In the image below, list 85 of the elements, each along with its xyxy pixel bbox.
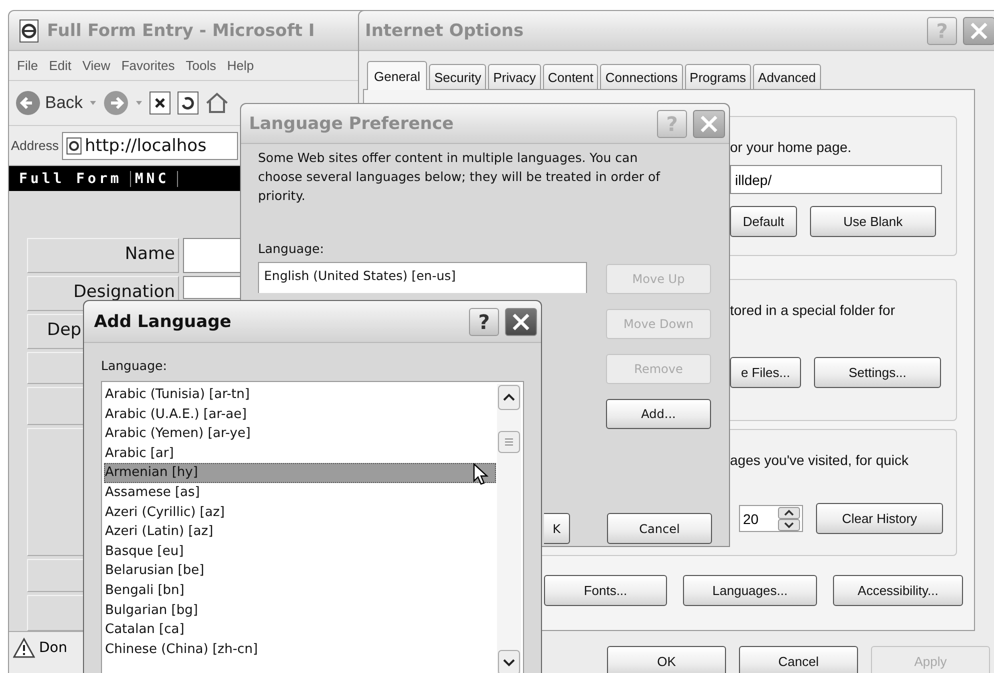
description-text: or your home page. [730, 139, 852, 155]
refresh-icon [176, 91, 199, 115]
list-item[interactable]: Arabic (U.A.E.) [ar-ae] [104, 404, 496, 424]
tab[interactable]: Programs [684, 64, 752, 89]
list-label: Language: [101, 358, 168, 373]
text-field[interactable] [183, 238, 243, 273]
menu-item[interactable]: Edit [48, 58, 72, 73]
list-item[interactable]: Arabic [ar] [104, 444, 496, 464]
status-text: Don [39, 640, 68, 656]
text-field[interactable] [183, 276, 243, 299]
list-item[interactable]: Bulgarian [bg] [104, 600, 496, 620]
push-button[interactable]: Default [730, 206, 797, 237]
scroll-down-button[interactable] [498, 650, 520, 673]
menu-item[interactable]: Favorites [121, 58, 175, 73]
push-button[interactable]: Languages... [683, 575, 817, 606]
address-field[interactable]: http://localhos [62, 132, 238, 160]
help-button[interactable]: ? [469, 308, 499, 336]
push-button[interactable]: Add... [606, 399, 711, 429]
push-button[interactable]: Use Blank [810, 206, 936, 237]
menu-item[interactable]: Tools [186, 58, 216, 73]
list-item[interactable]: Chinese (China) [zh-cn] [104, 640, 496, 660]
scroll-up-button[interactable] [498, 385, 520, 410]
menu-item[interactable]: Help [227, 58, 254, 73]
list-item[interactable]: Bengali [bn] [104, 580, 496, 601]
form-label: Name [27, 238, 179, 273]
nav-link[interactable]: Full Form [15, 170, 131, 186]
page-icon [66, 136, 82, 154]
spinner-icon [778, 506, 800, 530]
list-item[interactable]: English (United States) [en-us] [264, 266, 581, 285]
home-page-field[interactable]: illdep/ [730, 165, 942, 194]
list-item[interactable]: Basque [eu] [104, 542, 496, 562]
menu-item[interactable]: File [17, 58, 38, 73]
close-icon [970, 22, 988, 40]
caret-icon [134, 100, 143, 106]
refresh-button[interactable] [176, 91, 199, 115]
language-list[interactable]: English (United States) [en-us] [258, 262, 587, 293]
window-title: Internet Options [365, 20, 525, 40]
push-button[interactable]: K [544, 513, 570, 544]
description-text: ages you've visited, for quick [730, 452, 909, 468]
push-button[interactable]: Accessibility... [833, 575, 963, 606]
list-item[interactable]: Azeri (Latin) [az] [104, 522, 496, 542]
close-button[interactable] [505, 308, 537, 336]
address-label: Address [11, 138, 59, 153]
caret-icon [88, 100, 97, 106]
cursor-icon [473, 463, 489, 486]
list-item[interactable]: Assamese [as] [104, 482, 496, 503]
stop-icon [148, 91, 171, 115]
tab[interactable]: Content [542, 64, 598, 89]
forward-button[interactable] [102, 90, 129, 116]
push-button[interactable]: OK [607, 646, 726, 673]
close-icon [512, 312, 530, 330]
push-button[interactable]: Fonts... [544, 575, 667, 606]
list-item[interactable]: Azeri (Cyrillic) [az] [104, 502, 496, 522]
close-icon [700, 114, 718, 132]
scrollbar[interactable] [497, 384, 521, 673]
stop-button[interactable] [148, 91, 171, 115]
push-button[interactable]: Cancel [607, 513, 712, 544]
push-button[interactable]: Clear History [816, 503, 943, 534]
house-icon [204, 91, 229, 115]
tab[interactable]: Privacy [488, 64, 541, 89]
back-button[interactable]: Back [15, 90, 83, 116]
description-text: tored in a special folder for [730, 302, 895, 318]
tab[interactable]: General [367, 61, 428, 90]
list-item[interactable]: Belarusian [be] [104, 561, 496, 581]
list-item[interactable]: Arabic (Tunisia) [ar-tn] [104, 385, 496, 405]
tab[interactable]: Connections [600, 64, 683, 89]
list-item[interactable]: Arabic (Yemen) [ar-ye] [104, 424, 496, 444]
list-item[interactable]: Catalan [ca] [104, 620, 496, 640]
list-label: Language: [258, 241, 325, 256]
days-field[interactable]: 20 [739, 505, 803, 532]
nav-link[interactable]: MNC [130, 170, 178, 186]
tab[interactable]: Advanced [753, 64, 821, 89]
page-icon [17, 18, 41, 42]
list-item[interactable]: Armenian [hy] [104, 463, 496, 483]
push-button[interactable]: Settings... [814, 357, 941, 388]
window-title: Language Preference [249, 114, 455, 134]
language-list[interactable] [101, 381, 524, 673]
home-button[interactable] [204, 91, 229, 115]
warning-icon [13, 637, 35, 659]
description-text: Some Web sites offer content in multiple languages. You can choose several languages below; they will be treated in order of priority. [258, 149, 662, 205]
push-button[interactable]: Cancel [739, 646, 858, 673]
tab[interactable]: Security [429, 64, 486, 89]
menu-item[interactable]: View [82, 58, 110, 73]
push-button[interactable]: e Files... [730, 357, 801, 388]
scroll-thumb[interactable] [498, 431, 520, 453]
